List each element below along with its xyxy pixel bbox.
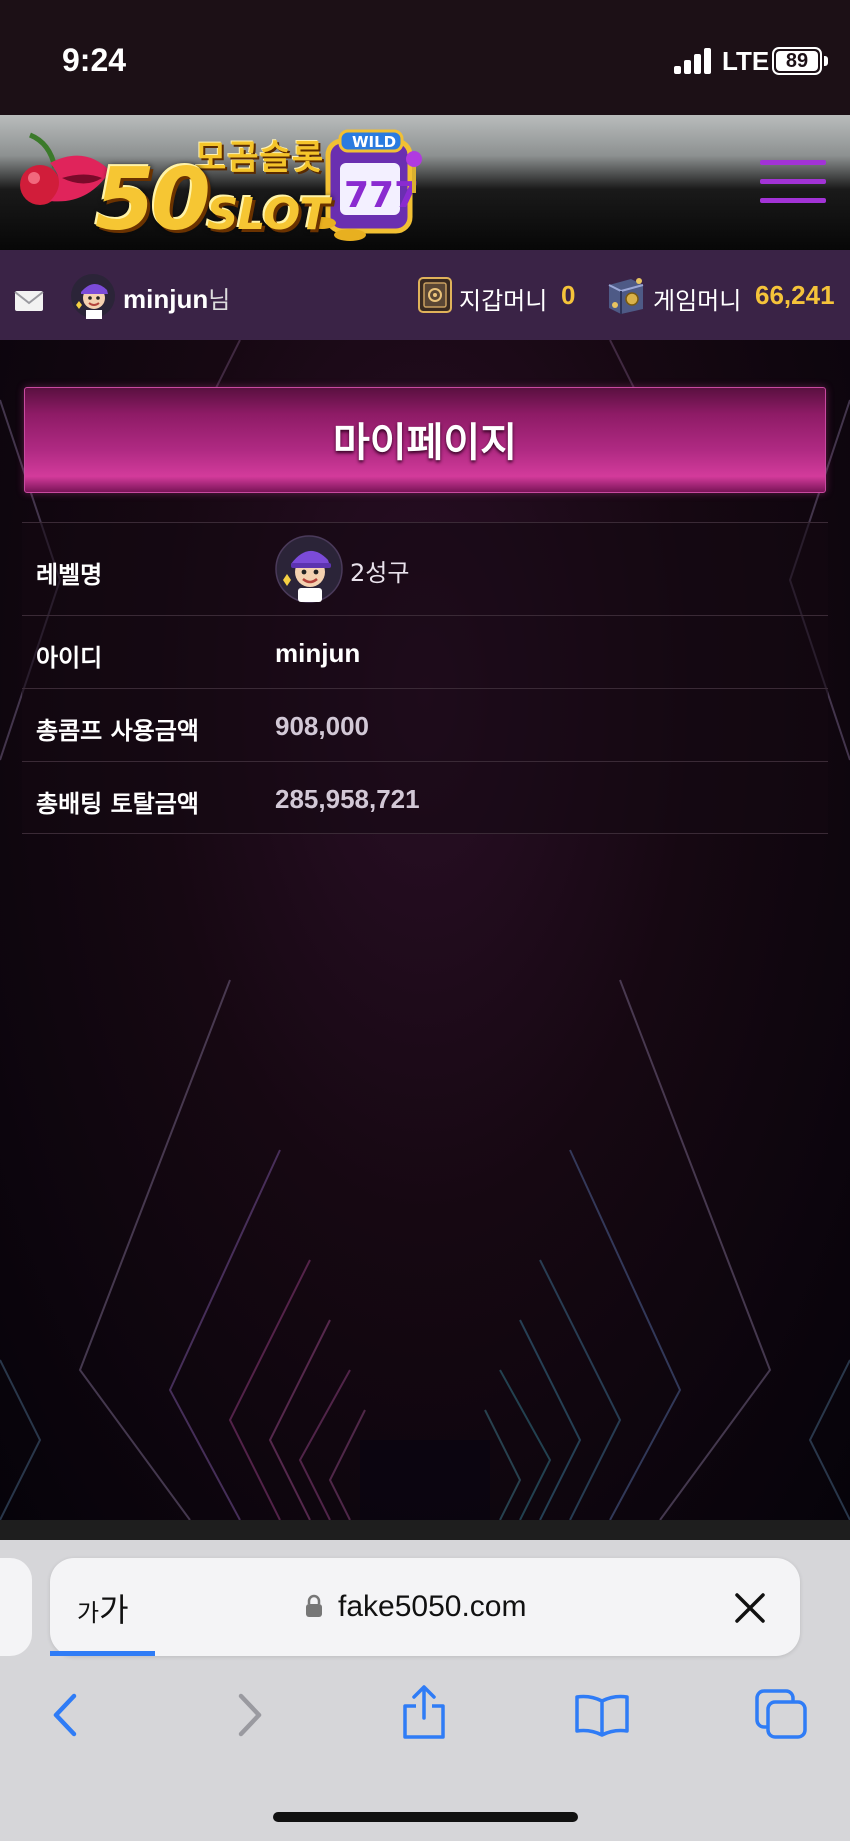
battery-icon: 89 [772, 47, 822, 75]
page-title: 마이페이지 [333, 420, 517, 466]
text-size-button[interactable]: 가가 [77, 1585, 129, 1631]
logo-word: SLOT [206, 189, 330, 240]
user-id-value: minjun [275, 638, 361, 668]
svg-text:WILD: WILD [352, 133, 396, 151]
battery-level: 89 [776, 51, 818, 71]
page-load-progress [50, 1651, 155, 1656]
lock-icon [306, 1594, 322, 1617]
signal-icon [674, 48, 711, 74]
wallet-icon [418, 277, 452, 313]
svg-text:777: 777 [344, 175, 419, 216]
safe-icon [608, 278, 644, 314]
text-size-small: 가 [77, 1599, 100, 1627]
text-size-large: 가 [99, 1591, 129, 1629]
username-text: minjun [123, 284, 209, 314]
game-money-label: 게임머니 [653, 287, 742, 315]
table-row-level: 레벨명 2성구 [22, 522, 828, 615]
wallet-money-label: 지갑머니 [459, 287, 548, 315]
tabs-icon[interactable] [754, 1688, 808, 1740]
background-neon-lines [0, 340, 850, 1520]
logo-text: 50SLOT [95, 150, 330, 250]
status-time: 9:24 [62, 42, 127, 78]
avatar [71, 274, 115, 319]
username-suffix: 님 [208, 286, 231, 314]
comp-amount-value: 908,000 [275, 711, 369, 741]
menu-button[interactable] [760, 160, 826, 204]
hamburger-line [760, 198, 826, 203]
main-content [0, 340, 850, 1520]
close-icon[interactable] [733, 1591, 767, 1625]
mail-icon[interactable] [14, 290, 44, 312]
url-text[interactable]: fake5050.com [338, 1590, 526, 1624]
home-indicator [273, 1812, 578, 1822]
table-row-betting: 총배팅 토탈금액 285,958,721 [22, 761, 828, 834]
forward-icon[interactable] [235, 1692, 265, 1738]
username[interactable]: minjun님 [123, 280, 230, 315]
row-label: 총배팅 토탈금액 [36, 790, 199, 818]
info-table: 레벨명 2성구 아이디 minjun 총콤프 사용금액 908,000 총배팅 … [22, 522, 828, 834]
hamburger-line [760, 160, 826, 165]
row-label: 아이디 [36, 644, 103, 672]
betting-total-value: 285,958,721 [275, 784, 420, 814]
bookmarks-icon[interactable] [574, 1693, 630, 1737]
back-icon[interactable] [50, 1692, 80, 1738]
game-money-value: 66,241 [755, 280, 835, 310]
row-label: 레벨명 [36, 561, 103, 589]
row-label: 총콤프 사용금액 [36, 717, 199, 745]
network-label: LTE [722, 46, 770, 76]
level-badge-icon [275, 535, 343, 603]
browser-divider [0, 1520, 850, 1540]
share-icon[interactable] [400, 1684, 448, 1740]
level-name: 2성구 [350, 559, 410, 587]
wallet-money-value: 0 [561, 280, 576, 310]
previous-tab[interactable] [0, 1558, 32, 1656]
logo-number: 50 [95, 150, 211, 250]
table-row-comp: 총콤프 사용금액 908,000 [22, 688, 828, 761]
table-row-id: 아이디 minjun [22, 615, 828, 688]
battery-nub [824, 56, 828, 66]
hamburger-line [760, 179, 826, 184]
